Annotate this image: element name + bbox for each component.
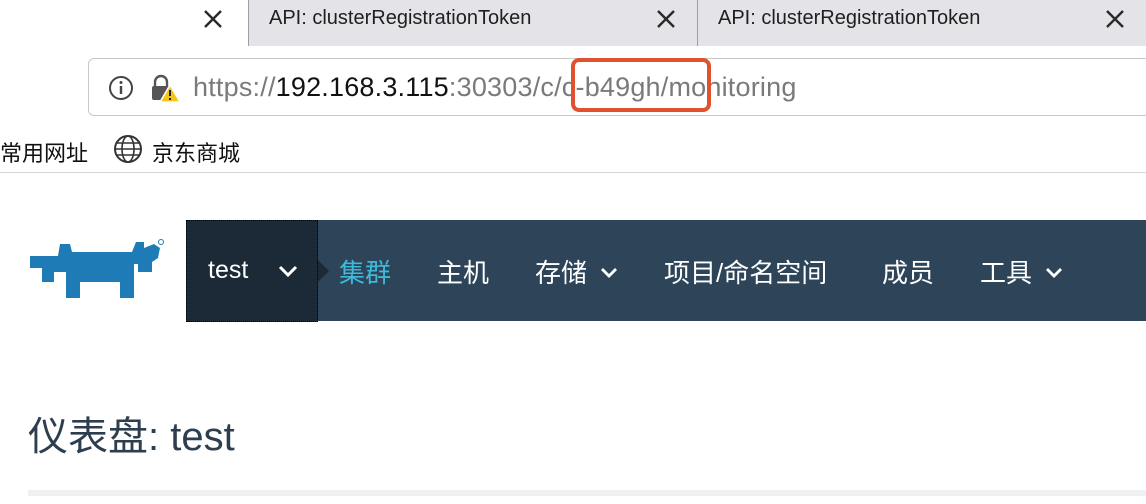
nav-item-cluster[interactable]: 集群: [339, 253, 391, 290]
url-host: 192.168.3.115: [275, 72, 449, 102]
tab-title: API: clusterRegistrationToken: [269, 7, 532, 29]
url-port-path: :30303/c/: [448, 72, 562, 102]
bookmark-item[interactable]: 京东商城: [152, 136, 240, 168]
page-title: 仪表盘: test: [28, 415, 235, 459]
nav-item-storage[interactable]: 存储: [535, 253, 587, 290]
tab-active[interactable]: [0, 0, 248, 46]
nav-item-projects[interactable]: 项目/命名空间: [664, 253, 827, 290]
tab-title: API: clusterRegistrationToken: [718, 7, 981, 29]
cluster-switcher[interactable]: test: [186, 220, 318, 322]
info-icon[interactable]: [108, 75, 134, 101]
highlight-box: [571, 58, 711, 112]
chevron-down-icon: [599, 266, 619, 279]
active-indicator: [318, 260, 329, 282]
close-tab-icon[interactable]: [200, 6, 226, 32]
tab-2[interactable]: API: clusterRegistrationToken: [697, 0, 1146, 46]
nav-item-tools[interactable]: 工具: [980, 253, 1032, 290]
chevron-down-icon: [277, 264, 299, 278]
chevron-down-icon: [1044, 266, 1064, 279]
insecure-lock-icon[interactable]: [149, 74, 182, 104]
cluster-name: test: [208, 256, 249, 284]
tab-1[interactable]: API: clusterRegistrationToken: [248, 0, 697, 46]
nav-item-hosts[interactable]: 主机: [437, 253, 489, 290]
bookmark-item[interactable]: 常用网址: [0, 136, 88, 168]
url-scheme: https://: [193, 72, 276, 102]
divider: [28, 490, 1146, 496]
close-tab-icon[interactable]: [653, 6, 679, 32]
rancher-logo-icon[interactable]: [28, 238, 164, 304]
bookmarks-bar: 常用网址 京东商城: [0, 128, 1146, 173]
close-tab-icon[interactable]: [1102, 6, 1128, 32]
nav-item-members[interactable]: 成员: [882, 253, 934, 290]
globe-icon: [113, 134, 143, 164]
